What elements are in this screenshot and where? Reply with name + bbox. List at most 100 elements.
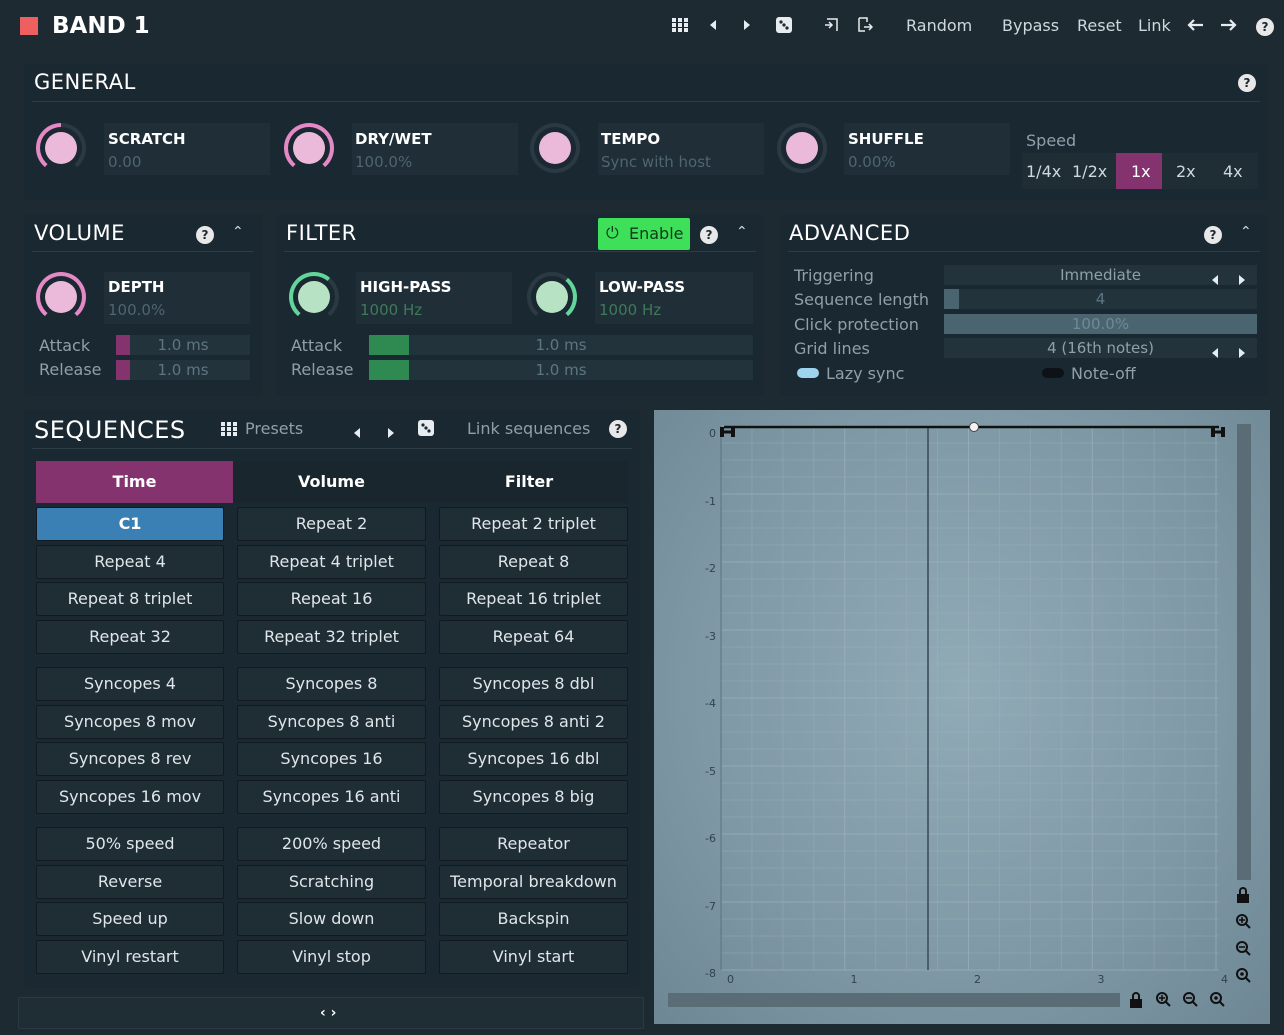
sequence-preset-button[interactable]: Syncopes 8 mov xyxy=(36,704,224,739)
sequence-preset-button[interactable]: Repeat 16 xyxy=(237,582,426,617)
sequence-preset-button[interactable]: Repeat 2 xyxy=(237,507,426,541)
link-sequences-button[interactable]: Link sequences xyxy=(467,419,590,439)
sequence-preset-button[interactable]: Repeat 64 xyxy=(439,620,628,655)
sequence-preset-button[interactable]: Repeat 8 xyxy=(439,544,628,579)
redo-arrow-icon[interactable] xyxy=(1220,17,1238,37)
sequence-preset-button[interactable]: Syncopes 16 dbl xyxy=(439,742,628,777)
sequence-preset-button[interactable]: Syncopes 8 xyxy=(237,667,426,701)
seq-prev-icon[interactable] xyxy=(353,423,361,442)
help-icon[interactable]: ? xyxy=(1256,18,1274,36)
sequence-preset-button[interactable]: Repeat 16 triplet xyxy=(439,582,628,617)
sequences-help-icon[interactable]: ? xyxy=(609,420,627,438)
scratch-knob[interactable] xyxy=(36,123,86,173)
sequence-preset-button[interactable]: 200% speed xyxy=(237,827,426,861)
tempo-knob[interactable] xyxy=(530,123,580,173)
start-marker[interactable] xyxy=(719,422,739,437)
sequence-preset-button[interactable]: Speed up xyxy=(36,902,224,937)
grid-menu-icon[interactable] xyxy=(671,17,689,37)
link-button[interactable]: Link xyxy=(1138,16,1171,36)
expand-arrows-icon[interactable]: ‹ › xyxy=(320,1003,336,1023)
sequence-preset-button[interactable]: Syncopes 8 rev xyxy=(36,742,224,777)
curve-point-handle[interactable] xyxy=(969,422,979,432)
v-lock-icon[interactable] xyxy=(1236,887,1250,907)
sequence-preset-button[interactable]: Vinyl start xyxy=(439,940,628,975)
lowpass-knob[interactable] xyxy=(527,272,577,322)
band-color-indicator[interactable] xyxy=(20,17,38,35)
filter-enable-toggle[interactable]: ⏻ Enable xyxy=(598,218,690,250)
sequence-preset-button[interactable]: Repeat 4 triplet xyxy=(237,544,426,579)
vertical-scrollbar[interactable] xyxy=(1237,424,1251,880)
seq-next-icon[interactable] xyxy=(387,423,395,442)
highpass-knob[interactable] xyxy=(289,272,339,322)
random-button[interactable]: Random xyxy=(906,16,972,36)
h-zoom-in-icon[interactable] xyxy=(1155,991,1171,1011)
v-zoom-out-icon[interactable] xyxy=(1235,940,1251,960)
advanced-collapse-icon[interactable]: ⌃ xyxy=(1240,222,1252,242)
tab-volume[interactable]: Volume xyxy=(233,461,430,503)
grid-prev-icon[interactable] xyxy=(1211,343,1219,362)
sequence-preset-button[interactable]: Repeat 4 xyxy=(36,544,224,579)
sequence-preset-button[interactable]: Reverse xyxy=(36,864,224,899)
sequence-preset-button[interactable]: Syncopes 8 big xyxy=(439,780,628,815)
undo-arrow-icon[interactable] xyxy=(1186,17,1204,37)
speed-option-1x[interactable]: 1x xyxy=(1131,162,1151,182)
general-help-icon[interactable]: ? xyxy=(1238,74,1256,92)
h-zoom-out-icon[interactable] xyxy=(1182,991,1198,1011)
grid-next-icon[interactable] xyxy=(1238,343,1246,362)
filter-collapse-icon[interactable]: ⌃ xyxy=(736,222,748,242)
sequence-preset-button[interactable]: Vinyl stop xyxy=(237,940,426,975)
seq-random-dice-icon[interactable] xyxy=(418,420,434,440)
sequence-preset-button[interactable]: Scratching xyxy=(237,864,426,899)
sequence-preset-button[interactable]: Syncopes 16 xyxy=(237,742,426,777)
sequence-preset-button[interactable]: Syncopes 4 xyxy=(36,667,224,701)
horizontal-scrollbar[interactable] xyxy=(668,993,1120,1007)
sequence-preset-button[interactable]: Vinyl restart xyxy=(36,940,224,975)
sequence-preset-button[interactable]: Syncopes 16 anti xyxy=(237,780,426,815)
sequence-preset-button[interactable]: Repeator xyxy=(439,827,628,861)
sequence-preset-button[interactable]: Syncopes 8 dbl xyxy=(439,667,628,701)
presets-button[interactable]: Presets xyxy=(245,419,303,439)
triggering-next-icon[interactable] xyxy=(1238,270,1246,289)
sequence-preset-button[interactable]: Backspin xyxy=(439,902,628,937)
sequence-preset-button[interactable]: Syncopes 8 anti 2 xyxy=(439,704,628,739)
reset-button[interactable]: Reset xyxy=(1077,16,1122,36)
shuffle-knob[interactable] xyxy=(777,123,827,173)
sequence-preset-button[interactable]: C1 xyxy=(36,507,224,541)
sequence-preset-button[interactable]: Repeat 8 triplet xyxy=(36,582,224,617)
lazy-sync-toggle[interactable] xyxy=(797,368,819,378)
v-zoom-reset-icon[interactable] xyxy=(1235,967,1251,987)
random-dice-icon[interactable] xyxy=(776,17,792,38)
bypass-button[interactable]: Bypass xyxy=(1002,16,1059,36)
sequence-preset-button[interactable]: Repeat 32 triplet xyxy=(237,620,426,655)
speed-option-2x[interactable]: 2x xyxy=(1176,162,1196,182)
v-zoom-in-icon[interactable] xyxy=(1235,913,1251,933)
sequence-preset-button[interactable]: Syncopes 16 mov xyxy=(36,780,224,815)
tab-filter[interactable]: Filter xyxy=(430,461,628,503)
end-marker[interactable] xyxy=(1211,422,1231,437)
h-zoom-reset-icon[interactable] xyxy=(1209,991,1225,1011)
speed-option-half[interactable]: 1/2x xyxy=(1072,162,1107,182)
volume-help-icon[interactable]: ? xyxy=(196,226,214,244)
h-lock-icon[interactable] xyxy=(1129,992,1143,1012)
sequence-preset-button[interactable]: Temporal breakdown xyxy=(439,864,628,899)
paste-icon[interactable] xyxy=(857,17,874,38)
tab-time[interactable]: Time xyxy=(36,461,233,503)
speed-option-quarter[interactable]: 1/4x xyxy=(1026,162,1061,182)
volume-collapse-icon[interactable]: ⌃ xyxy=(232,222,244,242)
presets-grid-icon[interactable] xyxy=(221,421,237,440)
drywet-knob[interactable] xyxy=(284,123,334,173)
note-off-toggle[interactable] xyxy=(1042,368,1064,378)
sequence-preset-button[interactable]: Repeat 32 xyxy=(36,620,224,655)
sequence-preset-button[interactable]: Repeat 2 triplet xyxy=(439,507,628,541)
prev-preset-icon[interactable] xyxy=(708,17,718,37)
sequence-preset-button[interactable]: 50% speed xyxy=(36,827,224,861)
triggering-prev-icon[interactable] xyxy=(1211,270,1219,289)
advanced-help-icon[interactable]: ? xyxy=(1204,226,1222,244)
next-preset-icon[interactable] xyxy=(742,17,752,37)
sequence-preset-button[interactable]: Slow down xyxy=(237,902,426,937)
copy-icon[interactable] xyxy=(824,17,840,38)
sequence-preset-button[interactable]: Syncopes 8 anti xyxy=(237,704,426,739)
filter-help-icon[interactable]: ? xyxy=(700,226,718,244)
speed-option-4x[interactable]: 4x xyxy=(1223,162,1243,182)
depth-knob[interactable] xyxy=(36,272,86,322)
